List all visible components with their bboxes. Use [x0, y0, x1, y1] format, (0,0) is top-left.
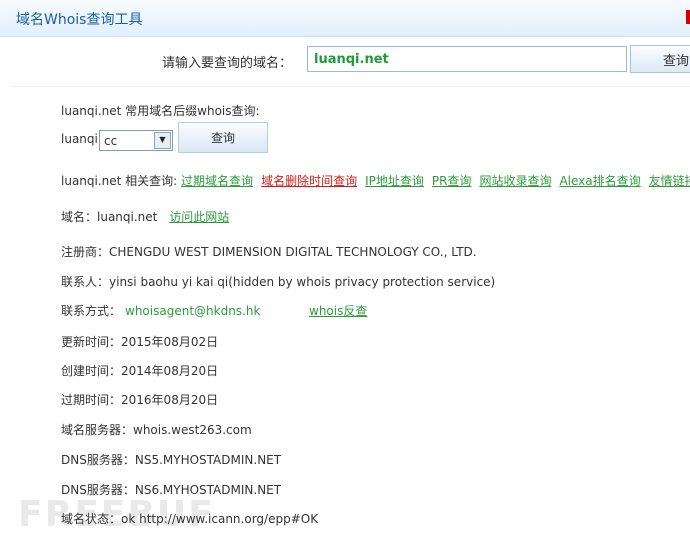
updated-value: 2015年08月02日 — [121, 335, 219, 349]
app-title: 域名Whois查询工具 — [16, 12, 143, 28]
whois-server-value: whois.west263.com — [133, 423, 252, 437]
dns1-line: DNS服务器：NS5.MYHOSTADMIN.NET — [61, 451, 281, 468]
dns1-value: NS5.MYHOSTADMIN.NET — [134, 453, 282, 467]
title-bar: 域名Whois查询工具 — [0, 0, 690, 37]
created-line: 创建时间：2014年08月20日 — [61, 362, 218, 379]
expired-domain-link[interactable]: 过期域名查询 — [181, 174, 253, 188]
status-value: ok http://www.icann.org/epp#OK — [121, 512, 319, 526]
suffix-query-button[interactable]: 查询 — [178, 122, 268, 153]
pr-query-link[interactable]: PR查询 — [432, 174, 472, 188]
registrar-label: 注册商： — [61, 245, 110, 259]
suffix-prefix: luanqi. — [61, 132, 102, 146]
alexa-rank-link[interactable]: Alexa排名查询 — [559, 174, 640, 188]
contact-method-line: 联系方式： whoisagent@hkdns.hk whois反查 — [61, 302, 367, 319]
domain-deletion-link[interactable]: 域名删除时间查询 — [261, 174, 357, 188]
ip-lookup-link[interactable]: IP地址查询 — [365, 174, 424, 188]
related-label: luanqi.net 相关查询: — [61, 174, 178, 188]
whois-server-label: 域名服务器： — [61, 423, 134, 437]
contact-line: 联系人：yinsi baohu yi kai qi(hidden by whoi… — [61, 273, 495, 290]
expires-value: 2016年08月20日 — [121, 393, 219, 407]
contact-value: yinsi baohu yi kai qi(hidden by whois pr… — [109, 275, 496, 289]
suffix-select-value: cc — [104, 134, 118, 148]
whois-server-line: 域名服务器：whois.west263.com — [61, 421, 252, 438]
corner-marker — [686, 10, 690, 24]
chevron-down-icon[interactable]: ▼ — [154, 132, 171, 149]
whois-reverse-link[interactable]: whois反查 — [309, 302, 367, 319]
friend-link-check-link[interactable]: 友情链接检测 — [649, 174, 690, 188]
created-label: 创建时间： — [61, 364, 122, 378]
expires-label: 过期时间： — [61, 393, 122, 407]
search-label: 请输入要查询的域名： — [162, 56, 293, 71]
expires-line: 过期时间：2016年08月20日 — [61, 391, 218, 408]
visit-site-link[interactable]: 访问此网站 — [169, 210, 229, 224]
search-button[interactable]: 查询 — [630, 45, 690, 73]
created-value: 2014年08月20日 — [121, 364, 219, 378]
updated-line: 更新时间：2015年08月02日 — [61, 333, 218, 350]
domain-value: luanqi.net — [97, 210, 158, 224]
contact-label: 联系人： — [61, 275, 110, 289]
site-index-link[interactable]: 网站收录查询 — [479, 174, 551, 188]
search-bar: 请输入要查询的域名： 查询 — [0, 44, 690, 78]
updated-label: 更新时间： — [61, 335, 122, 349]
domain-search-input[interactable] — [307, 46, 627, 72]
domain-label: 域名： — [61, 210, 98, 224]
suffix-query-title: luanqi.net 常用域名后缀whois查询: — [61, 104, 260, 118]
dns1-label: DNS服务器： — [61, 453, 135, 467]
divider — [12, 86, 690, 87]
registrar-line: 注册商：CHENGDU WEST DIMENSION DIGITAL TECHN… — [61, 243, 477, 260]
status-label: 域名状态： — [61, 512, 122, 526]
status-line: 域名状态：ok http://www.icann.org/epp#OK — [61, 510, 318, 527]
suffix-query-row: luanqi. cc ▼ 查询 — [61, 122, 361, 154]
contact-method-label: 联系方式： — [61, 304, 122, 318]
related-queries: luanqi.net 相关查询: 过期域名查询 域名删除时间查询 IP地址查询 PR查… — [61, 172, 690, 189]
suffix-select[interactable]: cc ▼ — [99, 130, 173, 151]
registrar-value: CHENGDU WEST DIMENSION DIGITAL TECHNOLOG… — [109, 245, 477, 259]
contact-email: whoisagent@hkdns.hk — [125, 304, 261, 318]
domain-line: 域名：luanqi.net 访问此网站 — [61, 208, 229, 225]
